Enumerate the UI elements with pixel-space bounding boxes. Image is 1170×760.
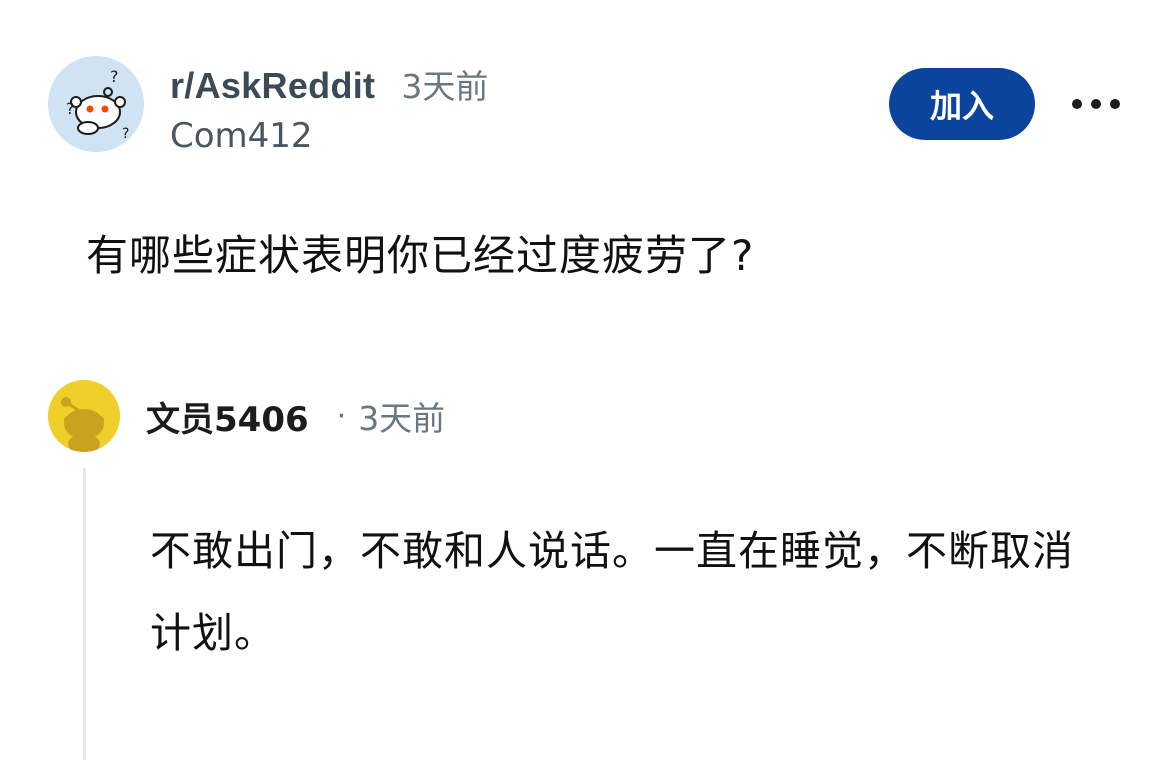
join-button[interactable]: 加入 <box>889 68 1035 140</box>
svg-text:?: ? <box>122 126 129 142</box>
post-header: ? ? ? r/AskReddit 3天前 Com412 加入 <box>0 0 1170 175</box>
svg-text:?: ? <box>66 99 75 118</box>
comment-author[interactable]: 文员5406 <box>146 392 309 441</box>
meta-separator: · <box>336 398 347 434</box>
commenter-avatar[interactable] <box>48 380 120 452</box>
comment-thread-line[interactable] <box>83 468 86 760</box>
post-title: 有哪些症状表明你已经过度疲劳了? <box>86 231 755 280</box>
more-dot <box>1072 99 1082 109</box>
comment-body: 不敢出门，不敢和人说话。一直在睡觉，不断取消计划。 <box>150 527 1074 657</box>
post-meta: r/AskReddit 3天前 Com412 <box>170 60 488 156</box>
comment-timestamp: 3天前 <box>358 399 446 438</box>
subreddit-name[interactable]: r/AskReddit <box>170 65 375 107</box>
snoo-confused-icon: ? ? ? <box>48 56 144 152</box>
subreddit-avatar[interactable]: ? ? ? <box>48 56 144 152</box>
comment-header: 文员5406 · 3天前 <box>48 380 445 452</box>
snoo-avatar-icon <box>48 380 120 452</box>
more-dot <box>1091 99 1101 109</box>
subreddit-line: r/AskReddit 3天前 <box>170 60 488 108</box>
svg-text:?: ? <box>110 67 119 86</box>
more-options-icon[interactable] <box>1072 86 1120 122</box>
more-dot <box>1110 99 1120 109</box>
post-author[interactable]: Com412 <box>170 116 488 156</box>
post-timestamp: 3天前 <box>401 67 489 106</box>
